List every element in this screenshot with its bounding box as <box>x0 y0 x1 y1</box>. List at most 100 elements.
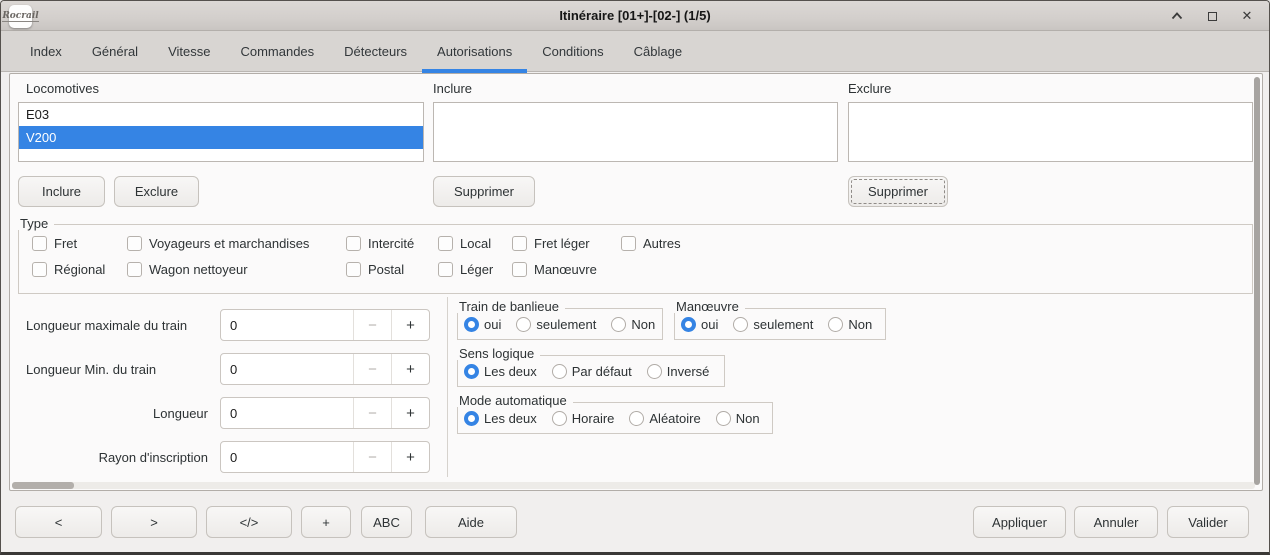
radio-label: seulement <box>753 317 813 332</box>
type-option-intercite[interactable]: Intercité <box>346 235 438 252</box>
radio-option-mode-automatique-horaire[interactable]: Horaire <box>552 411 615 426</box>
checkbox-autres[interactable] <box>621 236 636 251</box>
radio-les-deux[interactable] <box>464 364 479 379</box>
checkbox-label: Fret <box>54 236 77 251</box>
close-icon[interactable]: ✕ <box>1239 8 1255 24</box>
tab-index[interactable]: Index <box>15 31 77 72</box>
checkbox-voyageurs-et-marchandises[interactable] <box>127 236 142 251</box>
checkbox-intercite[interactable] <box>346 236 361 251</box>
maximize-icon[interactable] <box>1204 8 1220 24</box>
footer-button-<[interactable]: < <box>15 506 102 538</box>
tab-commandes[interactable]: Commandes <box>225 31 329 72</box>
checkbox-local[interactable] <box>438 236 453 251</box>
plus-button[interactable]: + <box>392 442 429 472</box>
radio-option-manoeuvre-oui[interactable]: oui <box>681 317 718 332</box>
type-option-manoeuvre[interactable]: Manœuvre <box>512 261 597 278</box>
action-button-annuler[interactable]: Annuler <box>1074 506 1158 538</box>
checkbox-wagon-nettoyeur[interactable] <box>127 262 142 277</box>
type-option-regional[interactable]: Régional <box>32 261 127 278</box>
checkbox-fret-leger[interactable] <box>512 236 527 251</box>
vertical-scrollbar-thumb[interactable] <box>1254 77 1260 485</box>
plus-button[interactable]: + <box>392 398 429 428</box>
radio-option-mode-automatique-non[interactable]: Non <box>716 411 760 426</box>
spinner-input-rayon-d-inscription[interactable]: 0 <box>221 442 353 472</box>
type-option-wagon-nettoyeur[interactable]: Wagon nettoyeur <box>127 261 346 278</box>
type-option-fret[interactable]: Fret <box>32 235 127 252</box>
action-button-appliquer[interactable]: Appliquer <box>973 506 1066 538</box>
include-list[interactable] <box>433 102 838 162</box>
locomotives-list[interactable]: E03V200 <box>18 102 424 162</box>
radio-seulement[interactable] <box>516 317 531 332</box>
radio-option-manoeuvre-seulement[interactable]: seulement <box>733 317 813 332</box>
type-option-postal[interactable]: Postal <box>346 261 438 278</box>
footer-button->[interactable]: > <box>111 506 197 538</box>
minus-button[interactable]: − <box>354 442 391 472</box>
horizontal-scrollbar-thumb[interactable] <box>12 482 74 489</box>
radio-non[interactable] <box>716 411 731 426</box>
radio-option-mode-automatique-les-deux[interactable]: Les deux <box>464 411 537 426</box>
radio-option-sens-logique-les-deux[interactable]: Les deux <box>464 364 537 379</box>
tab-autorisations[interactable]: Autorisations <box>422 31 527 72</box>
type-option-autres[interactable]: Autres <box>621 235 681 252</box>
checkbox-leger[interactable] <box>438 262 453 277</box>
include-button[interactable]: Inclure <box>18 176 105 207</box>
spinner-input-longueur[interactable]: 0 <box>221 398 353 428</box>
type-option-local[interactable]: Local <box>438 235 512 252</box>
radio-par-defaut[interactable] <box>552 364 567 379</box>
spinner-input-longueur-min-du-train[interactable]: 0 <box>221 354 353 384</box>
delete-exclude-button[interactable]: Supprimer <box>848 176 948 207</box>
spinner-input-longueur-maximale-du-train[interactable]: 0 <box>221 310 353 340</box>
checkbox-regional[interactable] <box>32 262 47 277</box>
radio-les-deux[interactable] <box>464 411 479 426</box>
tab-general[interactable]: Général <box>77 31 153 72</box>
footer-button-</>[interactable]: </> <box>206 506 292 538</box>
type-option-voyageurs-et-marchandises[interactable]: Voyageurs et marchandises <box>127 235 346 252</box>
radio-oui[interactable] <box>464 317 479 332</box>
checkbox-fret[interactable] <box>32 236 47 251</box>
radio-label: oui <box>701 317 718 332</box>
minus-button[interactable]: − <box>354 310 391 340</box>
exclude-list[interactable] <box>848 102 1253 162</box>
checkbox-manoeuvre[interactable] <box>512 262 527 277</box>
list-item-v200[interactable]: V200 <box>19 126 423 149</box>
tab-conditions[interactable]: Conditions <box>527 31 618 72</box>
plus-button[interactable]: + <box>392 354 429 384</box>
footer-button-aide[interactable]: Aide <box>425 506 517 538</box>
radio-option-train-de-banlieue-oui[interactable]: oui <box>464 317 501 332</box>
type-option-leger[interactable]: Léger <box>438 261 512 278</box>
radio-inverse[interactable] <box>647 364 662 379</box>
radio-aleatoire[interactable] <box>629 411 644 426</box>
radio-non[interactable] <box>828 317 843 332</box>
minus-button[interactable]: − <box>354 398 391 428</box>
spinner-longueur-min-du-train: 0−+ <box>220 353 430 385</box>
minimize-icon[interactable] <box>1169 8 1185 24</box>
tab-vitesse[interactable]: Vitesse <box>153 31 225 72</box>
spinner-label-longueur: Longueur <box>26 406 208 421</box>
horizontal-scrollbar-track[interactable] <box>12 482 1255 489</box>
tab-cablage[interactable]: Câblage <box>619 31 697 72</box>
tab-detecteurs[interactable]: Détecteurs <box>329 31 422 72</box>
tab-bar: IndexGénéralVitesseCommandesDétecteursAu… <box>1 31 1269 72</box>
type-option-fret-leger[interactable]: Fret léger <box>512 235 621 252</box>
checkbox-label: Léger <box>460 262 493 277</box>
radio-option-mode-automatique-aleatoire[interactable]: Aléatoire <box>629 411 700 426</box>
minus-button[interactable]: − <box>354 354 391 384</box>
checkbox-postal[interactable] <box>346 262 361 277</box>
radio-option-sens-logique-par-defaut[interactable]: Par défaut <box>552 364 632 379</box>
action-button-valider[interactable]: Valider <box>1167 506 1249 538</box>
radio-oui[interactable] <box>681 317 696 332</box>
radio-option-train-de-banlieue-non[interactable]: Non <box>611 317 655 332</box>
footer-button-+[interactable]: + <box>301 506 351 538</box>
plus-button[interactable]: + <box>392 310 429 340</box>
radio-option-manoeuvre-non[interactable]: Non <box>828 317 872 332</box>
footer-button-abc[interactable]: ABC <box>361 506 412 538</box>
radio-non[interactable] <box>611 317 626 332</box>
exclude-button[interactable]: Exclure <box>114 176 199 207</box>
locomotives-label: Locomotives <box>26 81 99 96</box>
radio-option-sens-logique-inverse[interactable]: Inversé <box>647 364 710 379</box>
radio-horaire[interactable] <box>552 411 567 426</box>
radio-option-train-de-banlieue-seulement[interactable]: seulement <box>516 317 596 332</box>
list-item-e03[interactable]: E03 <box>19 103 423 126</box>
delete-include-button[interactable]: Supprimer <box>433 176 535 207</box>
radio-seulement[interactable] <box>733 317 748 332</box>
